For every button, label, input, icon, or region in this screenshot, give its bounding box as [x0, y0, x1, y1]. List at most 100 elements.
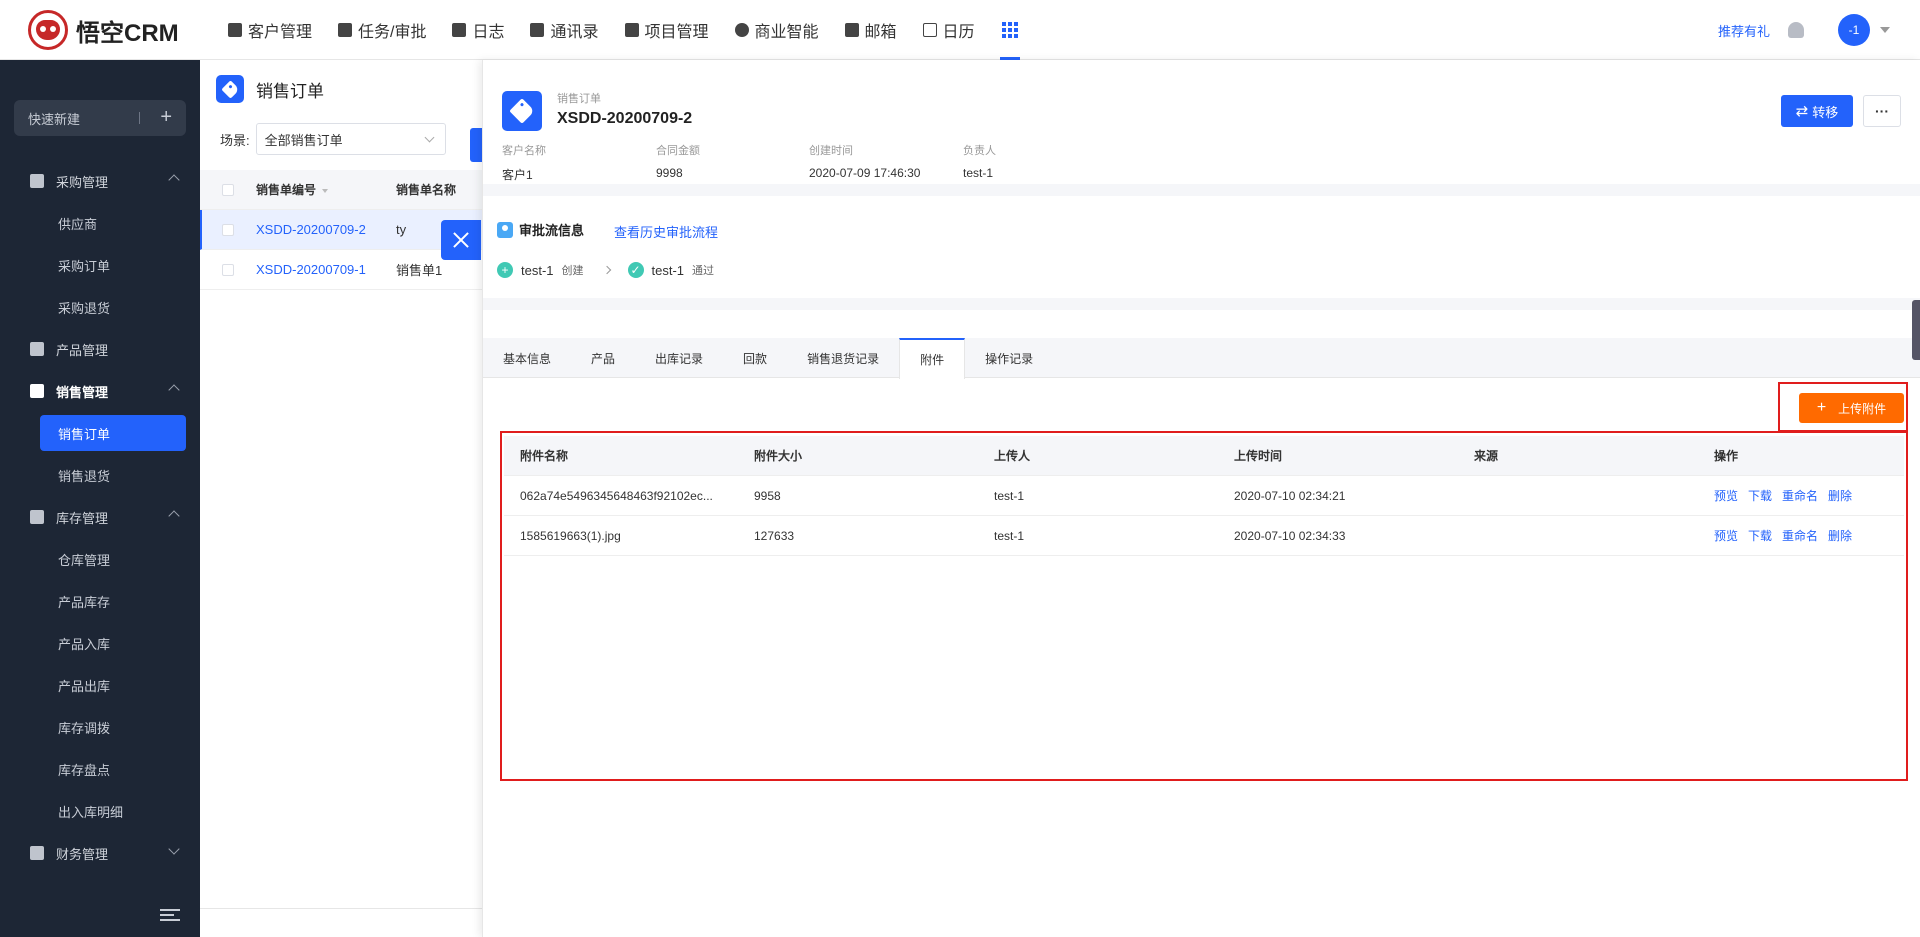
sidebar-item-sales-orders[interactable]: 销售订单: [40, 415, 186, 451]
person-icon: [497, 221, 513, 238]
sidebar-item-sales-returns[interactable]: 销售退货: [0, 454, 200, 496]
nav-calendar[interactable]: 日历: [910, 0, 988, 60]
sidebar-group-finance[interactable]: 财务管理: [0, 832, 200, 874]
bell-icon[interactable]: [1788, 22, 1804, 38]
approval-history-link[interactable]: 查看历史审批流程: [614, 222, 718, 241]
sort-icon[interactable]: [322, 188, 329, 193]
sidebar-item-stocktake[interactable]: 库存盘点: [0, 748, 200, 790]
box-icon: [30, 342, 44, 356]
sidebar-item-inout-detail[interactable]: 出入库明细: [0, 790, 200, 832]
brand-logo[interactable]: 悟空CRM: [28, 10, 179, 50]
sidebar-group-sales[interactable]: 销售管理: [0, 370, 200, 412]
meta-amount: 合同金额 9998: [656, 142, 700, 180]
group-label: 产品管理: [56, 342, 109, 358]
nav-mail[interactable]: 邮箱: [832, 0, 910, 60]
nav-projects[interactable]: 项目管理: [612, 0, 722, 60]
file-upload-time: 2020-07-10 02:34:33: [1234, 528, 1346, 543]
close-detail-button[interactable]: [441, 220, 481, 260]
tab-basic-info[interactable]: 基本信息: [483, 338, 571, 378]
tab-attachments[interactable]: 附件: [899, 338, 966, 379]
wallet-icon: [30, 846, 44, 860]
order-number-link[interactable]: XSDD-20200709-1: [256, 262, 396, 277]
nav-label: 日志: [472, 24, 505, 41]
rename-link[interactable]: 重命名: [1782, 489, 1818, 503]
file-size: 9958: [754, 488, 781, 503]
transfer-button[interactable]: ⇄ 转移: [1781, 95, 1853, 127]
nav-contacts[interactable]: 通讯录: [517, 0, 611, 60]
sidebar-item-purchase-returns[interactable]: 采购退货: [0, 286, 200, 328]
sidebar-group-products[interactable]: 产品管理: [0, 328, 200, 370]
download-link[interactable]: 下载: [1748, 489, 1772, 503]
column-header[interactable]: 销售单编号: [256, 181, 396, 198]
sidebar-item-transfer[interactable]: 库存调拨: [0, 706, 200, 748]
sidebar-item-stock[interactable]: 产品库存: [0, 580, 200, 622]
upload-attachment-button[interactable]: + 上传附件: [1799, 393, 1904, 423]
tab-operation-log[interactable]: 操作记录: [965, 338, 1053, 378]
log-icon: [452, 23, 467, 37]
chevron-right-icon: [602, 265, 611, 275]
sidebar-group-purchase[interactable]: 采购管理: [0, 160, 200, 202]
table-row: 1585619663(1).jpg 127633 test-1 2020-07-…: [504, 516, 1904, 556]
nav-label: 通讯录: [550, 24, 599, 41]
group-label: 财务管理: [56, 846, 109, 862]
warehouse-icon: [30, 510, 44, 524]
sidebar-item-warehouses[interactable]: 仓库管理: [0, 538, 200, 580]
column-header[interactable]: 销售单名称: [396, 181, 476, 198]
nav-logs[interactable]: 日志: [439, 0, 517, 60]
sidebar-item-stock-in[interactable]: 产品入库: [0, 622, 200, 664]
top-bar: 悟空CRM 客户管理 任务/审批 日志 通讯录 项目管理 商业智能 邮箱 日历 …: [0, 0, 1920, 60]
nav-customers[interactable]: 客户管理: [215, 0, 325, 60]
order-number-link[interactable]: XSDD-20200709-2: [256, 222, 396, 237]
nav-label: 日历: [942, 24, 975, 41]
rename-link[interactable]: 重命名: [1782, 529, 1818, 543]
meta-customer: 客户名称 客户1: [502, 142, 546, 183]
detail-type-label: 销售订单: [557, 93, 601, 105]
chevron-up-icon: [168, 174, 180, 186]
preview-link[interactable]: 预览: [1714, 489, 1738, 503]
tab-payments[interactable]: 回款: [723, 338, 787, 378]
avatar[interactable]: -1: [1838, 14, 1870, 46]
more-button[interactable]: ···: [1863, 95, 1901, 127]
column-header: 上传人: [994, 449, 1031, 463]
delete-link[interactable]: 删除: [1828, 529, 1852, 543]
delete-link[interactable]: 删除: [1828, 489, 1852, 503]
nav-tasks[interactable]: 任务/审批: [325, 0, 439, 60]
new-order-button-partial[interactable]: [470, 128, 482, 162]
table-row[interactable]: XSDD-20200709-1 销售单1: [200, 250, 482, 290]
nav-apps-grid[interactable]: [988, 0, 1032, 60]
plus-circle-icon: +: [497, 262, 513, 278]
step-action: 通过: [692, 265, 715, 277]
meta-value: 2020-07-09 17:46:30: [809, 166, 921, 180]
nav-label: 商业智能: [754, 24, 819, 41]
check-circle-icon: ✓: [627, 262, 644, 278]
table-row: 062a74e5496345648463f92102ec... 9958 tes…: [504, 476, 1904, 516]
approval-title: 审批流信息: [497, 220, 584, 239]
preview-link[interactable]: 预览: [1714, 529, 1738, 543]
tab-products[interactable]: 产品: [571, 338, 635, 378]
sidebar-item-purchase-orders[interactable]: 采购订单: [0, 244, 200, 286]
referral-link[interactable]: 推荐有礼: [1718, 21, 1770, 40]
sidebar-item-suppliers[interactable]: 供应商: [0, 202, 200, 244]
tag-icon: [216, 75, 244, 103]
quick-new-button[interactable]: 快速新建 +: [14, 100, 186, 136]
row-checkbox[interactable]: [222, 263, 234, 276]
step-action: 创建: [561, 265, 584, 277]
list-header: 销售订单: [200, 60, 482, 118]
sidebar-item-stock-out[interactable]: 产品出库: [0, 664, 200, 706]
tab-outbound[interactable]: 出库记录: [635, 338, 723, 378]
chevron-down-icon[interactable]: [1880, 27, 1890, 33]
scrollbar-handle[interactable]: [1912, 300, 1920, 360]
tab-sales-returns[interactable]: 销售退货记录: [787, 338, 899, 378]
row-checkbox[interactable]: [222, 223, 234, 236]
scene-filter: 场景: 全部销售订单: [200, 118, 482, 160]
table-row[interactable]: XSDD-20200709-2 ty: [200, 210, 482, 250]
calendar-icon: [922, 23, 937, 37]
collapse-menu-icon[interactable]: [160, 909, 180, 923]
download-link[interactable]: 下载: [1748, 529, 1772, 543]
sidebar-group-inventory[interactable]: 库存管理: [0, 496, 200, 538]
scene-select[interactable]: 全部销售订单: [255, 123, 446, 155]
building-icon: [228, 23, 242, 37]
nav-bi[interactable]: 商业智能: [722, 0, 832, 60]
select-all-checkbox[interactable]: [222, 183, 234, 196]
meta-value: test-1: [963, 166, 994, 180]
